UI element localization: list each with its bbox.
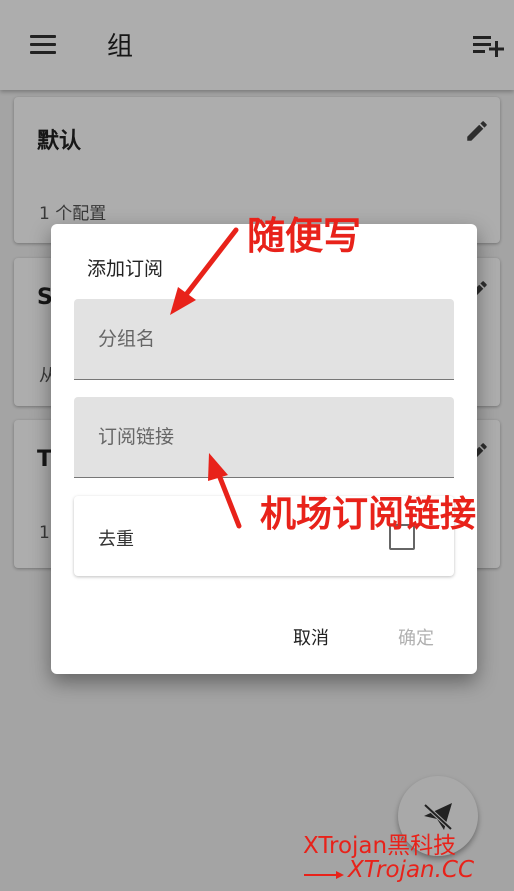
watermark-url: XTrojan.CC — [348, 857, 475, 883]
watermark-brand: XTrojan黑科技 — [303, 833, 457, 859]
annotation-arrows — [170, 227, 242, 529]
annotation-airport-sub-link: 机场订阅链接 — [260, 494, 477, 535]
annotation-write-anything: 随便写 — [247, 214, 362, 258]
arrow-to-group-name — [170, 227, 239, 315]
arrow-to-subscription-link — [208, 453, 242, 529]
watermark-arrow-icon — [304, 871, 344, 879]
